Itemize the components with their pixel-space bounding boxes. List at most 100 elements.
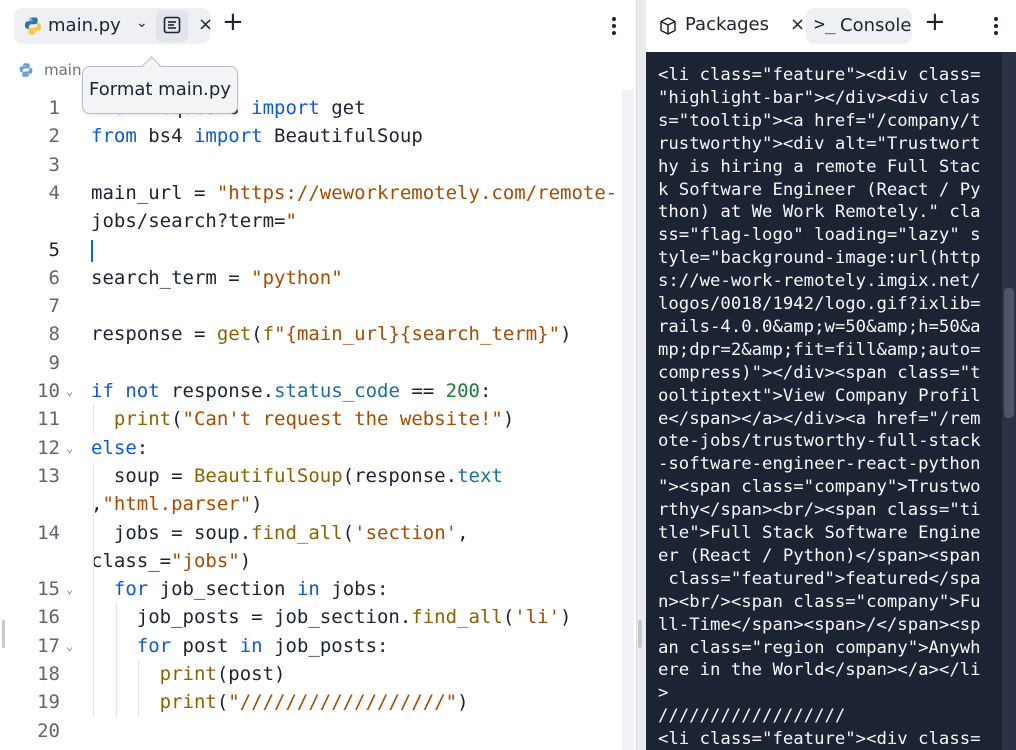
console-line: <li class="feature"><div class= xyxy=(658,729,981,750)
line-number: 10 xyxy=(37,380,60,402)
indent-guide xyxy=(116,603,117,717)
code-text: job_posts = job_section.find_all('li') xyxy=(91,606,572,629)
code-text: response = get(f"{main_url}{search_term}… xyxy=(91,323,572,346)
console-line: s://we-work-remotely.imgix.net/ xyxy=(658,271,981,292)
code-text: from bs4 import BeautifulSoup xyxy=(91,125,423,148)
console-line: n><br/><span class="company">Fu xyxy=(658,591,981,612)
console-output[interactable]: <li class="feature"><div class= "highligh… xyxy=(646,52,1016,750)
console-line: -software-engineer-react-python xyxy=(658,454,981,475)
fold-chevron-icon[interactable]: ⌄ xyxy=(66,632,73,660)
line-number: 8 xyxy=(48,323,60,346)
editor-scrollbar[interactable] xyxy=(622,90,634,750)
line-number: 9 xyxy=(48,351,60,374)
code-text: ,"html.parser") xyxy=(91,493,263,516)
indent-guide xyxy=(93,405,94,434)
line-number: 12 xyxy=(37,436,60,459)
python-file-icon xyxy=(25,17,41,35)
console-line: ote-jobs/trustworthy-full-stack xyxy=(658,431,981,452)
indent-guide xyxy=(138,660,139,717)
console-line: mp;dpr=2&amp;fit=fill&amp;auto= xyxy=(658,339,981,360)
line-number: 4 xyxy=(48,181,60,204)
tab-console[interactable]: >_ Console xyxy=(806,8,912,44)
console-line: er (React / Python)</span><span xyxy=(658,545,981,566)
console-line: s="tooltip"><a href="/company/t xyxy=(658,110,981,131)
console-line: hy is hiring a remote Full Stac xyxy=(658,156,981,177)
close-tab-button[interactable]: × xyxy=(198,14,213,35)
line-number: 1 xyxy=(48,97,60,119)
console-line: e</span></a></div><a href="/rem xyxy=(658,408,981,429)
format-tooltip: Format main.py xyxy=(82,66,238,114)
code-area[interactable]: 1from requests import get2from bs4 impor… xyxy=(0,94,622,750)
package-icon xyxy=(660,17,676,35)
console-line: "><span class="company">Trustwo xyxy=(658,477,981,498)
code-text: print(post) xyxy=(159,663,286,685)
code-text: for job_section in jobs: xyxy=(113,578,389,601)
line-number: 2 xyxy=(48,125,60,148)
line-number: 15 xyxy=(37,578,60,601)
console-line: tyle="background-image:url(http xyxy=(658,248,981,269)
tab-console-label: Console xyxy=(840,15,912,36)
terminal-icon: >_ xyxy=(814,14,836,35)
console-line: ooltiptext">View Company Profil xyxy=(658,385,981,406)
python-file-icon xyxy=(19,63,33,77)
line-number: 3 xyxy=(48,153,60,176)
code-text: soup = BeautifulSoup(response.text xyxy=(91,464,503,487)
text-cursor xyxy=(91,239,93,262)
fold-chevron-icon[interactable]: ⌄ xyxy=(66,434,73,462)
code-text: else: xyxy=(91,436,149,459)
format-code-icon[interactable] xyxy=(162,15,182,35)
chevron-down-icon[interactable]: ⌄ xyxy=(136,15,148,31)
console-line: > xyxy=(658,683,669,704)
fold-chevron-icon[interactable]: ⌄ xyxy=(66,575,73,603)
line-number: 16 xyxy=(37,606,60,629)
console-line: ////////////////// xyxy=(658,706,846,727)
console-line: logos/0018/1942/logo.gif?ixlib= xyxy=(658,294,981,314)
console-line: rthy</span><br/><span class="ti xyxy=(658,500,981,521)
breadcrumb-label: main xyxy=(44,61,82,79)
code-text: if not response.status_code == 200: xyxy=(91,380,492,402)
console-line: an class="region company">Anywh xyxy=(658,637,981,658)
console-line: ll-Time</span><span>/</span><sp xyxy=(658,614,981,635)
code-text: jobs/search?term=" xyxy=(91,210,297,233)
tab-packages-label: Packages xyxy=(685,14,769,35)
left-resize-handle[interactable] xyxy=(2,620,5,648)
console-line: tle">Full Stack Software Engine xyxy=(658,523,981,543)
fold-chevron-icon[interactable]: ⌄ xyxy=(66,377,73,405)
editor-pane: main.py ⌄ × + main Format main.py 1from … xyxy=(0,0,637,750)
console-line: ere in the World</span></a></li xyxy=(658,660,981,681)
console-line: <li class="feature"><div class= xyxy=(658,65,981,85)
line-number: 14 xyxy=(37,521,60,544)
pane-resize-handle[interactable] xyxy=(638,620,642,648)
new-tab-button[interactable]: + xyxy=(222,9,244,35)
line-number: 13 xyxy=(37,464,60,487)
line-number: 17 xyxy=(37,634,60,657)
console-line: rustworthy"><div alt="Trustwort xyxy=(658,133,981,154)
code-text: search_term = "python" xyxy=(91,266,343,289)
console-line: k Software Engineer (React / Py xyxy=(658,179,981,200)
code-text: print("Can't request the website!") xyxy=(113,408,515,431)
line-number: 5 xyxy=(48,238,60,261)
console-line: "highlight-bar"></div><div clas xyxy=(658,87,981,108)
file-tab-label: main.py xyxy=(48,15,121,36)
right-more-options-icon[interactable] xyxy=(992,14,1000,38)
console-line: compress)"></div><span class="t xyxy=(658,362,981,383)
line-number: 18 xyxy=(37,663,60,685)
indent-guide xyxy=(93,461,94,717)
file-tab-main-py[interactable]: main.py ⌄ × xyxy=(14,8,213,44)
line-number: 19 xyxy=(37,691,60,714)
line-number: 6 xyxy=(48,266,60,289)
code-text: main_url = "https://weworkremotely.com/r… xyxy=(91,181,618,204)
editor-more-options-icon[interactable] xyxy=(610,14,618,38)
line-number: 11 xyxy=(37,408,60,431)
console-line: thon) at We Work Remotely." cla xyxy=(658,202,981,223)
new-right-tab-button[interactable]: + xyxy=(924,9,946,35)
console-line: rails-4.0.0&amp;w=50&amp;h=50&a xyxy=(658,316,981,337)
code-text: for post in job_posts: xyxy=(136,634,389,657)
console-scroll-thumb[interactable] xyxy=(1004,288,1014,418)
code-text: print("//////////////////") xyxy=(159,691,469,714)
close-packages-button[interactable]: × xyxy=(790,14,805,35)
console-line: ss="flag-logo" loading="lazy" s xyxy=(658,225,981,246)
editor-tab-bar: main.py ⌄ × + xyxy=(0,0,636,52)
line-number: 7 xyxy=(48,295,60,318)
console-line: class="featured">featured</spa xyxy=(658,568,981,589)
